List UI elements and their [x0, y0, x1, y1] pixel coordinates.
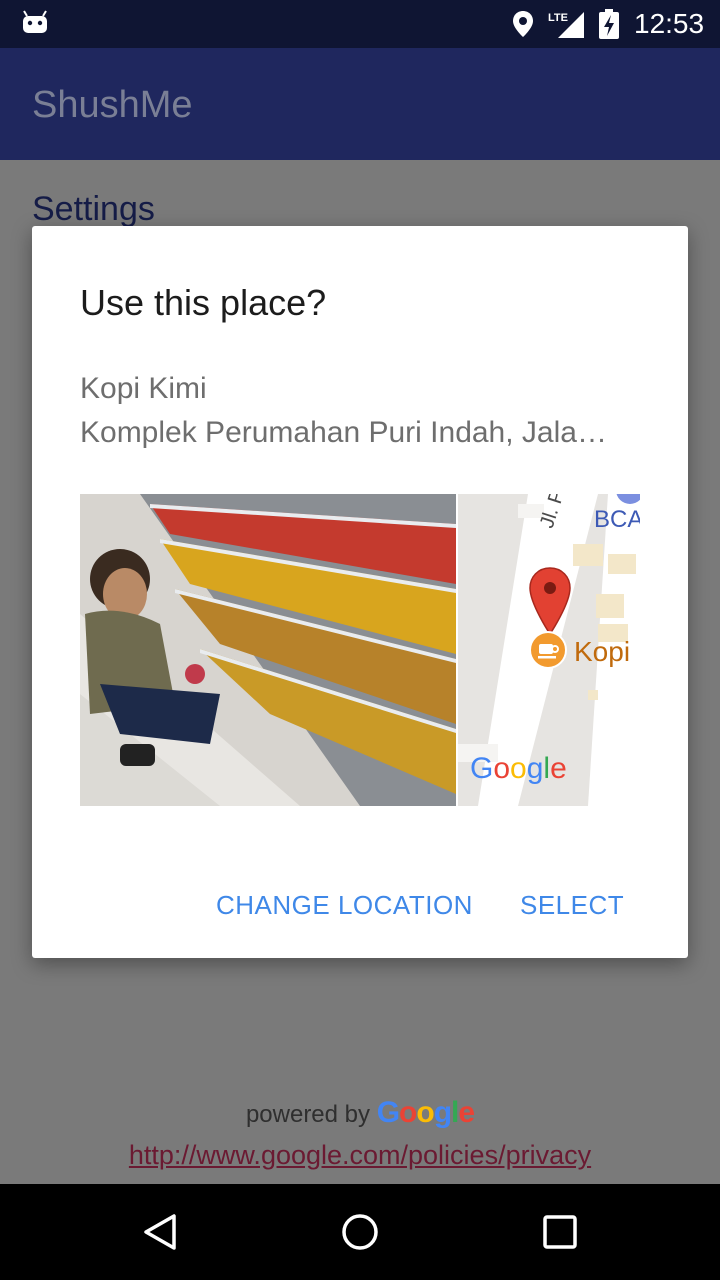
use-place-dialog: Use this place? Kopi Kimi Komplek Peruma…	[32, 226, 688, 958]
battery-charging-icon	[599, 9, 619, 39]
powered-by-text: powered by	[245, 1101, 371, 1128]
navigation-bar	[0, 1184, 720, 1280]
settings-label: Settings	[32, 190, 155, 228]
android-icon	[23, 10, 47, 33]
map-place-label: Kopi I	[574, 636, 640, 667]
back-icon[interactable]	[140, 1212, 180, 1252]
powered-by-google: powered by Google	[245, 1096, 475, 1129]
app-bar: ShushMe	[0, 48, 720, 160]
privacy-link[interactable]: http://www.google.com/policies/privacy	[0, 1140, 720, 1171]
status-bar: LTE 12:53	[0, 0, 720, 48]
map-poi-label: BCA	[594, 506, 640, 533]
app-title: ShushMe	[32, 84, 193, 126]
recents-icon[interactable]	[540, 1212, 580, 1252]
place-address: Komplek Perumahan Puri Indah, Jala…	[80, 416, 607, 449]
map-preview[interactable]: Jl. Pd. BCA Kopi I Google	[458, 494, 640, 806]
select-button[interactable]: SELECT	[520, 890, 624, 921]
location-icon	[513, 11, 533, 37]
place-photo	[80, 494, 456, 806]
place-name: Kopi Kimi	[80, 372, 207, 405]
map-google-watermark: Google	[470, 752, 567, 785]
cafe-icon	[529, 631, 567, 669]
google-logo-text: G	[376, 1096, 400, 1129]
dialog-title: Use this place?	[80, 282, 327, 323]
home-icon[interactable]	[340, 1212, 380, 1252]
svg-text:LTE: LTE	[548, 12, 568, 24]
map-pin-icon	[529, 567, 571, 636]
status-time: 12:53	[634, 8, 705, 39]
change-location-button[interactable]: CHANGE LOCATION	[216, 890, 473, 921]
lte-signal-icon: LTE	[548, 12, 584, 38]
